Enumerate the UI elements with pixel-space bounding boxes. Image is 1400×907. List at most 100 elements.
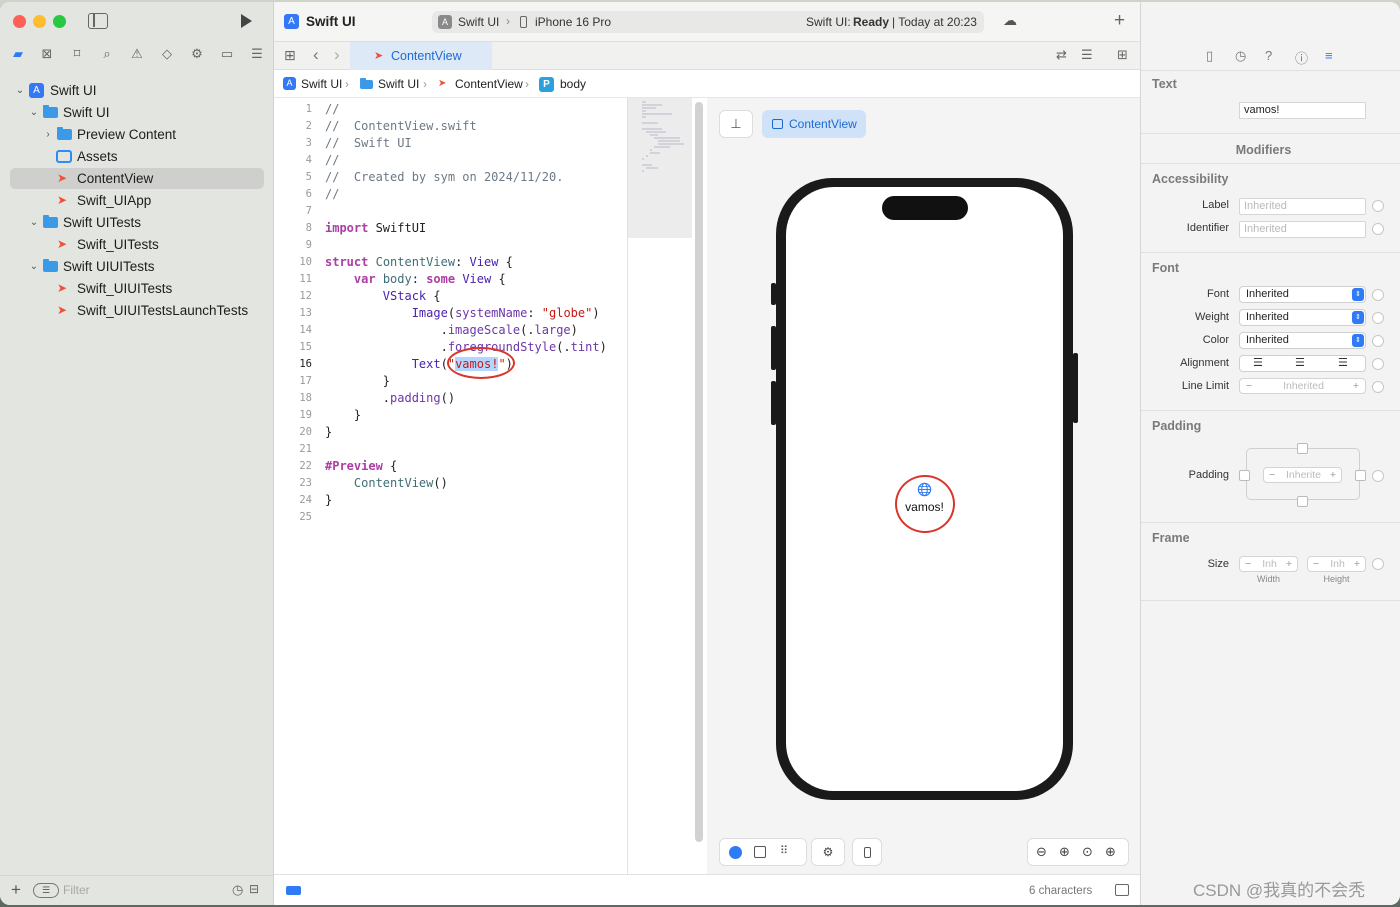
- destination-selector[interactable]: iPhone 16 Pro: [535, 15, 611, 29]
- tree-item-file[interactable]: ➤ Swift_UITests: [10, 234, 264, 255]
- radio-button[interactable]: [1372, 558, 1384, 570]
- breadcrumb-file[interactable]: ContentView: [455, 70, 523, 98]
- text-value-field[interactable]: vamos!: [1239, 102, 1366, 119]
- recent-files-icon[interactable]: ◷: [232, 882, 243, 898]
- accessibility-inspector-icon[interactable]: ⓘ: [1295, 48, 1308, 67]
- plus-icon[interactable]: +: [1353, 379, 1359, 393]
- variants-icon[interactable]: ⠿: [780, 844, 788, 857]
- selectable-mode-icon[interactable]: [754, 846, 766, 858]
- align-trailing-icon[interactable]: ☰: [1338, 356, 1348, 371]
- zoom-fit-icon[interactable]: ⊙: [1082, 839, 1093, 865]
- chevron-down-icon[interactable]: ⌄: [28, 212, 40, 233]
- grid-icon[interactable]: ⊞: [284, 47, 296, 64]
- padding-stepper[interactable]: − Inherite +: [1263, 467, 1342, 483]
- breakpoint-icon[interactable]: ▭: [217, 46, 237, 62]
- preview-selector-pill[interactable]: ContentView: [762, 110, 866, 138]
- run-button[interactable]: [238, 13, 254, 29]
- attributes-inspector-icon[interactable]: ≡: [1325, 48, 1333, 63]
- plus-icon[interactable]: +: [1354, 557, 1360, 571]
- font-popup[interactable]: Inherited ⇕: [1239, 286, 1366, 303]
- add-icon[interactable]: +: [11, 880, 21, 900]
- minimize-window-button[interactable]: [33, 15, 46, 28]
- height-stepper[interactable]: − Inh +: [1307, 556, 1366, 572]
- back-icon[interactable]: ‹: [313, 45, 319, 65]
- tree-item-assets[interactable]: Assets: [10, 146, 264, 167]
- tree-item-folder[interactable]: › Preview Content: [10, 124, 264, 145]
- filter-options-icon[interactable]: ☰: [33, 883, 59, 898]
- find-icon[interactable]: ⌕: [97, 46, 117, 62]
- pin-button[interactable]: ⊥: [719, 110, 753, 138]
- forward-icon[interactable]: ›: [334, 45, 340, 65]
- chevron-down-icon[interactable]: ⌄: [28, 256, 40, 277]
- plus-icon[interactable]: +: [1286, 557, 1292, 571]
- padding-trailing-checkbox[interactable]: [1355, 470, 1366, 481]
- project-navigator-icon[interactable]: ▰: [8, 46, 28, 62]
- cloud-icon[interactable]: ☁: [1003, 12, 1017, 29]
- test-icon[interactable]: ◇: [157, 46, 177, 62]
- changed-files-icon[interactable]: ⊟: [249, 882, 259, 896]
- editor-scrollbar[interactable]: [695, 102, 703, 842]
- breakpoints-toggle-icon[interactable]: [286, 886, 301, 895]
- plus-icon[interactable]: +: [1114, 10, 1125, 32]
- filter-input[interactable]: Filter: [63, 883, 90, 897]
- breadcrumb-project[interactable]: Swift UI: [301, 70, 342, 98]
- minimap[interactable]: [628, 98, 692, 238]
- editor-options-icon[interactable]: ☰: [1081, 47, 1093, 63]
- chevron-down-icon[interactable]: ⌄: [14, 80, 26, 101]
- device-settings-icon[interactable]: [852, 838, 882, 866]
- color-popup[interactable]: Inherited ⇕: [1239, 332, 1366, 349]
- tree-item-project[interactable]: ⌄ A Swift UI: [10, 80, 264, 101]
- issue-icon[interactable]: ⚠: [127, 46, 147, 62]
- radio-button[interactable]: [1372, 358, 1384, 370]
- debug-icon[interactable]: ⚙: [187, 46, 207, 62]
- zoom-window-button[interactable]: [53, 15, 66, 28]
- weight-popup[interactable]: Inherited ⇕: [1239, 309, 1366, 326]
- tab-contentview[interactable]: ➤ ContentView: [350, 42, 492, 70]
- split-editor-icon[interactable]: ⊞: [1117, 47, 1128, 63]
- help-inspector-icon[interactable]: ?: [1265, 48, 1272, 63]
- close-window-button[interactable]: [13, 15, 26, 28]
- tree-item-file[interactable]: ➤ Swift_UIUITests: [10, 278, 264, 299]
- padding-top-checkbox[interactable]: [1297, 443, 1308, 454]
- chevron-down-icon[interactable]: ⌄: [28, 102, 40, 123]
- align-leading-icon[interactable]: ☰: [1253, 356, 1263, 371]
- history-inspector-icon[interactable]: ◷: [1235, 48, 1246, 64]
- padding-leading-checkbox[interactable]: [1239, 470, 1250, 481]
- breadcrumb-symbol[interactable]: body: [560, 70, 586, 98]
- source-editor[interactable]: 1// 2// ContentView.swift 3// Swift UI 4…: [274, 98, 628, 874]
- radio-button[interactable]: [1372, 223, 1384, 235]
- file-inspector-icon[interactable]: ▯: [1206, 48, 1213, 64]
- settings-toggle-icon[interactable]: ⚙: [811, 838, 845, 866]
- accessibility-label-field[interactable]: Inherited: [1239, 198, 1366, 215]
- bookmark-icon[interactable]: ⌑: [67, 46, 87, 62]
- radio-button[interactable]: [1372, 335, 1384, 347]
- live-mode-icon[interactable]: [729, 846, 742, 859]
- tree-item-group[interactable]: ⌄ Swift UITests: [10, 212, 264, 233]
- radio-button[interactable]: [1372, 200, 1384, 212]
- zoom-out-icon[interactable]: ⊖: [1036, 839, 1047, 865]
- related-items-icon[interactable]: ⇄: [1056, 47, 1067, 63]
- zoom-100-icon[interactable]: ⊕: [1059, 839, 1070, 865]
- sidebar-toggle-icon[interactable]: [88, 13, 108, 29]
- line-limit-stepper[interactable]: − Inherited +: [1239, 378, 1366, 394]
- accessibility-identifier-field[interactable]: Inherited: [1239, 221, 1366, 238]
- tree-item-group[interactable]: ⌄ Swift UIUITests: [10, 256, 264, 277]
- radio-button[interactable]: [1372, 312, 1384, 324]
- zoom-in-icon[interactable]: ⊕: [1105, 839, 1116, 865]
- width-stepper[interactable]: − Inh +: [1239, 556, 1298, 572]
- tree-item-file[interactable]: ➤ Swift_UIApp: [10, 190, 264, 211]
- align-center-icon[interactable]: ☰: [1295, 356, 1305, 371]
- debug-area-toggle-icon[interactable]: [1115, 884, 1129, 896]
- radio-button[interactable]: [1372, 381, 1384, 393]
- padding-bottom-checkbox[interactable]: [1297, 496, 1308, 507]
- scheme-selector[interactable]: Swift UI: [458, 15, 499, 29]
- source-control-icon[interactable]: ⊠: [37, 46, 57, 62]
- plus-icon[interactable]: +: [1330, 468, 1336, 482]
- tree-item-file-selected[interactable]: ➤ ContentView: [10, 168, 264, 189]
- tree-item-group[interactable]: ⌄ Swift UI: [10, 102, 264, 123]
- report-icon[interactable]: ☰: [247, 46, 267, 62]
- tree-item-file[interactable]: ➤ Swift_UIUITestsLaunchTests: [10, 300, 264, 321]
- radio-button[interactable]: [1372, 289, 1384, 301]
- radio-button[interactable]: [1372, 470, 1384, 482]
- chevron-right-icon[interactable]: ›: [42, 124, 54, 145]
